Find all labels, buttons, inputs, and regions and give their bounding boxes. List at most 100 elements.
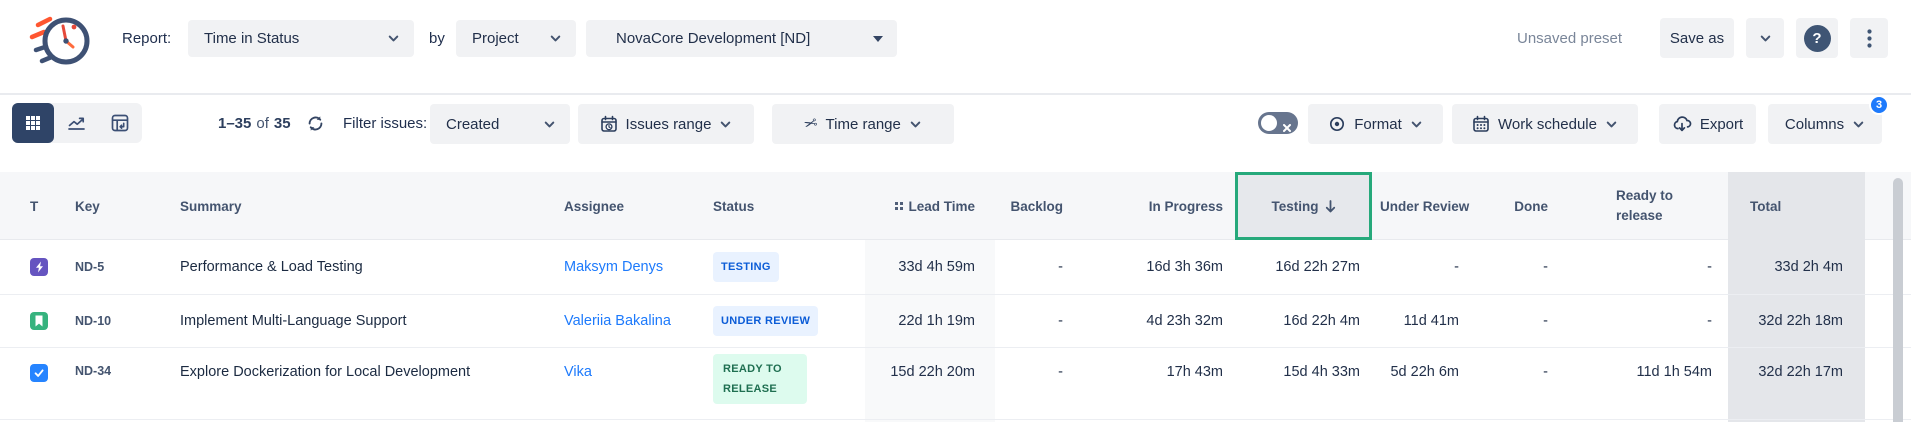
triangle-down-icon [873, 36, 883, 42]
issue-key: ND-10 [75, 295, 178, 347]
column-header-lead-time[interactable]: Lead Time [865, 172, 995, 240]
cell-backlog: - [995, 240, 1075, 294]
scissors-icon: ✂ [802, 113, 820, 136]
toggle-knob [1261, 115, 1277, 131]
table-row: ND-5 Performance & Load Testing Maksym D… [0, 240, 1911, 295]
save-as-dropdown-button[interactable] [1746, 18, 1784, 58]
column-header-backlog[interactable]: Backlog [995, 172, 1075, 240]
time-range-label: Time range [826, 116, 901, 133]
line-chart-icon [67, 114, 86, 132]
chevron-down-icon [1410, 118, 1423, 131]
work-schedule-button[interactable]: Work schedule [1452, 104, 1638, 144]
issue-summary: Explore Dockerization for Local Developm… [178, 348, 562, 419]
help-button[interactable] [1796, 18, 1838, 58]
export-label: Export [1700, 116, 1743, 133]
row-scroll-gutter [1865, 240, 1911, 294]
toggle-off-x-icon [1283, 119, 1291, 137]
report-label: Report: [122, 0, 171, 76]
cell-under-review: 11d 41m [1372, 295, 1475, 347]
refresh-button[interactable] [306, 103, 325, 143]
project-select[interactable]: NovaCore Development [ND] [586, 20, 897, 57]
app-logo-clock-icon [26, 5, 98, 73]
group-by-value: Project [472, 30, 519, 47]
chevron-down-icon [1605, 118, 1618, 131]
column-header-total[interactable]: Total [1728, 172, 1865, 240]
chevron-down-icon [1759, 32, 1772, 45]
filter-field-select[interactable]: Created [430, 104, 570, 144]
table-header-row: T Key Summary Assignee Status Lead Time … [0, 172, 1911, 240]
display-toggle[interactable] [1258, 112, 1298, 134]
report-type-value: Time in Status [204, 30, 299, 47]
column-header-ready-to-release[interactable]: Ready to release [1560, 172, 1728, 240]
chevron-down-icon [387, 32, 400, 45]
issue-count-range: 1–35 [218, 115, 251, 132]
export-button[interactable]: Export [1659, 104, 1756, 144]
refresh-icon [306, 114, 325, 133]
app-header: Report: Time in Status by Project NovaCo… [0, 0, 1911, 95]
issues-range-button[interactable]: Issues range [578, 104, 754, 144]
column-header-done[interactable]: Done [1475, 172, 1560, 240]
cell-total: 32d 22h 18m [1728, 295, 1865, 347]
format-button[interactable]: Format [1308, 104, 1443, 144]
cell-total: 32d 22h 17m [1728, 348, 1865, 419]
vertical-scrollbar-thumb[interactable] [1893, 178, 1903, 422]
chevron-down-icon [719, 118, 732, 131]
cell-backlog: - [995, 348, 1075, 419]
cell-under-review: - [1372, 240, 1475, 294]
column-header-in-progress[interactable]: In Progress [1075, 172, 1235, 240]
more-options-kebab-button[interactable] [1850, 18, 1888, 58]
chevron-down-icon [1852, 118, 1865, 131]
time-in-status-report: Report: Time in Status by Project NovaCo… [0, 0, 1911, 422]
columns-label: Columns [1785, 116, 1844, 133]
cloud-download-icon [1672, 115, 1692, 133]
column-header-testing-sorted[interactable]: Testing [1235, 172, 1372, 240]
column-header-status[interactable]: Status [700, 172, 865, 240]
table-row: ND-10 Implement Multi-Language Support V… [0, 295, 1911, 348]
columns-button[interactable]: Columns 3 [1768, 104, 1882, 144]
calendar-icon [1472, 115, 1490, 133]
issue-type-bolt-icon [30, 258, 48, 276]
pivot-table-icon [111, 114, 129, 132]
row-scroll-gutter [1865, 348, 1911, 419]
pivot-view-button[interactable] [98, 103, 142, 143]
column-header-under-review[interactable]: Under Review [1372, 172, 1475, 240]
column-header-assignee[interactable]: Assignee [562, 172, 700, 240]
filter-field-value: Created [446, 116, 499, 133]
issue-type-check-icon [30, 364, 48, 382]
issue-summary: Performance & Load Testing [178, 240, 562, 294]
view-switcher [12, 103, 142, 143]
question-mark-icon [1804, 25, 1831, 52]
chart-view-button[interactable] [54, 103, 98, 143]
issue-key: ND-34 [75, 348, 178, 419]
time-range-button[interactable]: ✂ Time range [772, 104, 954, 144]
cell-testing: 16d 22h 27m [1235, 240, 1372, 294]
report-type-select[interactable]: Time in Status [188, 20, 414, 57]
project-value: NovaCore Development [ND] [616, 30, 810, 47]
cell-total: 33d 2h 4m [1728, 240, 1865, 294]
cell-ready-to-release: 11d 1h 54m [1560, 348, 1728, 419]
save-as-label: Save as [1670, 30, 1724, 47]
chevron-down-icon [543, 118, 556, 131]
cell-in-progress: 4d 23h 32m [1075, 295, 1235, 347]
assignee-link[interactable]: Maksym Denys [564, 259, 663, 275]
save-as-button[interactable]: Save as [1660, 18, 1734, 58]
issues-range-label: Issues range [626, 116, 712, 133]
columns-count-badge: 3 [1869, 95, 1889, 115]
column-header-lead-time-label: Lead Time [908, 199, 975, 214]
column-header-type[interactable]: T [0, 172, 75, 240]
cell-under-review: 5d 22h 6m [1372, 348, 1475, 419]
row-scroll-gutter [1865, 295, 1911, 347]
column-header-key[interactable]: Key [75, 172, 178, 240]
assignee-link[interactable]: Vika [564, 364, 592, 380]
cell-testing: 16d 22h 4m [1235, 295, 1372, 347]
issue-key: ND-5 [75, 240, 178, 294]
kebab-menu-icon [1867, 29, 1872, 48]
report-toolbar: 1–35 of 35 Filter issues: Created [0, 103, 1911, 143]
column-header-summary[interactable]: Summary [178, 172, 562, 240]
group-by-select[interactable]: Project [456, 20, 576, 57]
issue-type-bookmark-icon [30, 312, 48, 330]
cell-in-progress: 16d 3h 36m [1075, 240, 1235, 294]
assignee-link[interactable]: Valeriia Bakalina [564, 313, 671, 329]
cell-testing: 15d 4h 33m [1235, 348, 1372, 419]
grid-view-button[interactable] [12, 103, 54, 143]
